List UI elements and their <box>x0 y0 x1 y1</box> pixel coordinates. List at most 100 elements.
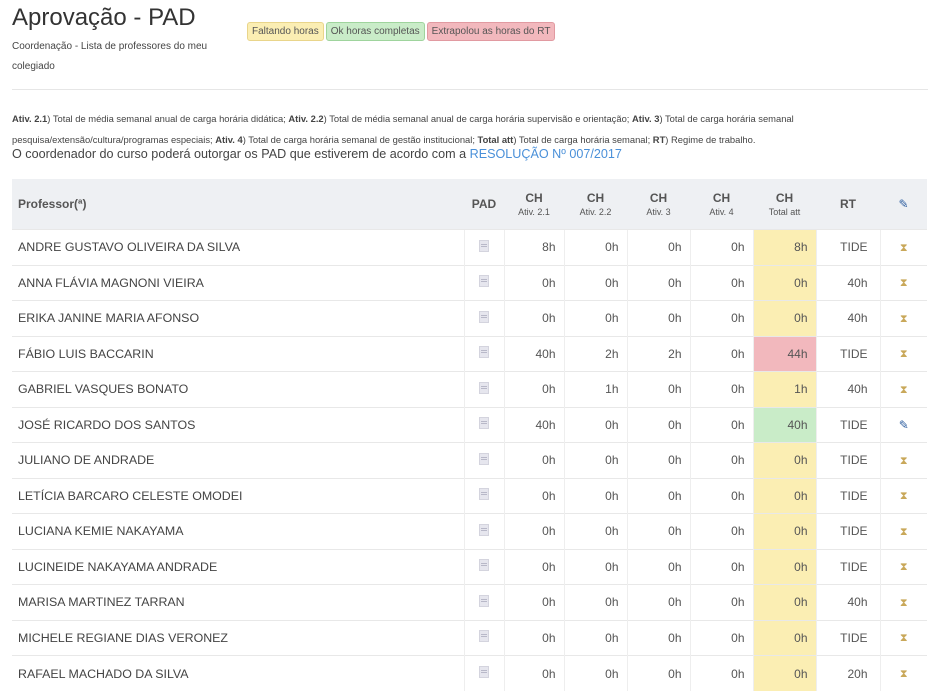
ch-total: 0h <box>753 265 816 301</box>
document-icon[interactable] <box>479 488 489 500</box>
document-icon[interactable] <box>479 275 489 287</box>
document-icon[interactable] <box>479 382 489 394</box>
rt-value: TIDE <box>816 407 880 443</box>
table-row: LUCIANA KEMIE NAKAYAMA0h0h0h0h0hTIDE⧗ <box>12 514 927 550</box>
ch-ativ-3: 0h <box>627 549 690 585</box>
ch-ativ-3: 0h <box>627 620 690 656</box>
document-icon[interactable] <box>479 417 489 429</box>
action-cell[interactable]: ⧗ <box>880 301 927 337</box>
pad-document-cell[interactable] <box>464 585 504 621</box>
ch-ativ-4: 0h <box>690 230 753 266</box>
table-row: MARISA MARTINEZ TARRAN0h0h0h0h0h40h⧗ <box>12 585 927 621</box>
rt-value: TIDE <box>816 443 880 479</box>
table-row: LUCINEIDE NAKAYAMA ANDRADE0h0h0h0h0hTIDE… <box>12 549 927 585</box>
resolution-note: O coordenador do curso poderá outorgar o… <box>12 147 622 161</box>
ch-ativ-2-1: 0h <box>504 265 564 301</box>
rt-value: TIDE <box>816 620 880 656</box>
header-professor[interactable]: Professor(ª) <box>12 179 464 230</box>
pad-document-cell[interactable] <box>464 372 504 408</box>
ch-ativ-2-1: 0h <box>504 478 564 514</box>
pad-document-cell[interactable] <box>464 336 504 372</box>
action-cell[interactable]: ⧗ <box>880 443 927 479</box>
pad-document-cell[interactable] <box>464 514 504 550</box>
ch-ativ-3: 2h <box>627 336 690 372</box>
pad-document-cell[interactable] <box>464 443 504 479</box>
header-ch-label: CH <box>776 191 793 205</box>
rt-value: TIDE <box>816 230 880 266</box>
badge-hours-complete: Ok horas completas <box>326 22 425 41</box>
ch-ativ-2-1: 0h <box>504 620 564 656</box>
professor-name: MICHELE REGIANE DIAS VERONEZ <box>12 620 464 656</box>
ch-ativ-3: 0h <box>627 265 690 301</box>
hourglass-icon: ⧗ <box>900 348 908 361</box>
document-icon[interactable] <box>479 666 489 678</box>
professor-name: JOSÉ RICARDO DOS SANTOS <box>12 407 464 443</box>
pad-document-cell[interactable] <box>464 620 504 656</box>
rt-value: 40h <box>816 585 880 621</box>
legend-text: ) Regime de trabalho. <box>665 134 755 145</box>
ch-total: 40h <box>753 407 816 443</box>
header-ch-label: CH <box>525 191 542 205</box>
action-cell[interactable]: ⧗ <box>880 620 927 656</box>
header-ch-a3: CHAtiv. 3 <box>627 179 690 230</box>
pencil-icon: ✎ <box>899 418 909 432</box>
ch-total: 0h <box>753 443 816 479</box>
pad-document-cell[interactable] <box>464 230 504 266</box>
professor-name: RAFAEL MACHADO DA SILVA <box>12 656 464 691</box>
ch-ativ-4: 0h <box>690 549 753 585</box>
ch-ativ-2-1: 0h <box>504 443 564 479</box>
ch-ativ-2-2: 0h <box>564 478 627 514</box>
pad-document-cell[interactable] <box>464 301 504 337</box>
action-cell[interactable]: ⧗ <box>880 478 927 514</box>
table-header-row: Professor(ª) PAD CHAtiv. 2.1 CHAtiv. 2.2… <box>12 179 927 230</box>
action-cell[interactable]: ⧗ <box>880 549 927 585</box>
status-legend: Faltando horas Ok horas completas Extrap… <box>247 22 557 41</box>
header-ch-label: CH <box>713 191 730 205</box>
table-row: RAFAEL MACHADO DA SILVA0h0h0h0h0h20h⧗ <box>12 656 927 691</box>
ch-ativ-3: 0h <box>627 478 690 514</box>
ch-ativ-2-2: 0h <box>564 265 627 301</box>
action-cell[interactable]: ⧗ <box>880 336 927 372</box>
ch-ativ-4: 0h <box>690 407 753 443</box>
hourglass-icon: ⧗ <box>900 561 908 574</box>
ch-ativ-2-2: 0h <box>564 585 627 621</box>
rt-value: 40h <box>816 372 880 408</box>
document-icon[interactable] <box>479 595 489 607</box>
ch-ativ-2-2: 2h <box>564 336 627 372</box>
action-cell[interactable]: ⧗ <box>880 585 927 621</box>
document-icon[interactable] <box>479 311 489 323</box>
ch-ativ-2-1: 0h <box>504 549 564 585</box>
action-cell[interactable]: ⧗ <box>880 265 927 301</box>
document-icon[interactable] <box>479 346 489 358</box>
resolution-link[interactable]: RESOLUÇÃO Nº 007/2017 <box>470 147 622 161</box>
header-sub: Ativ. 4 <box>690 207 753 217</box>
pad-document-cell[interactable] <box>464 478 504 514</box>
ch-ativ-3: 0h <box>627 656 690 691</box>
document-icon[interactable] <box>479 524 489 536</box>
ch-ativ-2-1: 0h <box>504 514 564 550</box>
pad-document-cell[interactable] <box>464 265 504 301</box>
ch-total: 0h <box>753 549 816 585</box>
action-cell[interactable]: ✎ <box>880 407 927 443</box>
action-cell[interactable]: ⧗ <box>880 656 927 691</box>
document-icon[interactable] <box>479 630 489 642</box>
legend-key: Total att <box>478 134 514 145</box>
document-icon[interactable] <box>479 559 489 571</box>
document-icon[interactable] <box>479 240 489 252</box>
rt-value: 40h <box>816 301 880 337</box>
pad-document-cell[interactable] <box>464 549 504 585</box>
ch-ativ-4: 0h <box>690 585 753 621</box>
document-icon[interactable] <box>479 453 489 465</box>
ch-ativ-4: 0h <box>690 514 753 550</box>
badge-exceeded-rt: Extrapolou as horas do RT <box>427 22 556 41</box>
action-cell[interactable]: ⧗ <box>880 514 927 550</box>
legend-text: ) Total de carga horária semanal; <box>513 134 652 145</box>
hourglass-icon: ⧗ <box>900 526 908 539</box>
hourglass-icon: ⧗ <box>900 597 908 610</box>
pad-document-cell[interactable] <box>464 407 504 443</box>
action-cell[interactable]: ⧗ <box>880 230 927 266</box>
rt-value: 40h <box>816 265 880 301</box>
professor-name: MARISA MARTINEZ TARRAN <box>12 585 464 621</box>
action-cell[interactable]: ⧗ <box>880 372 927 408</box>
pad-document-cell[interactable] <box>464 656 504 691</box>
